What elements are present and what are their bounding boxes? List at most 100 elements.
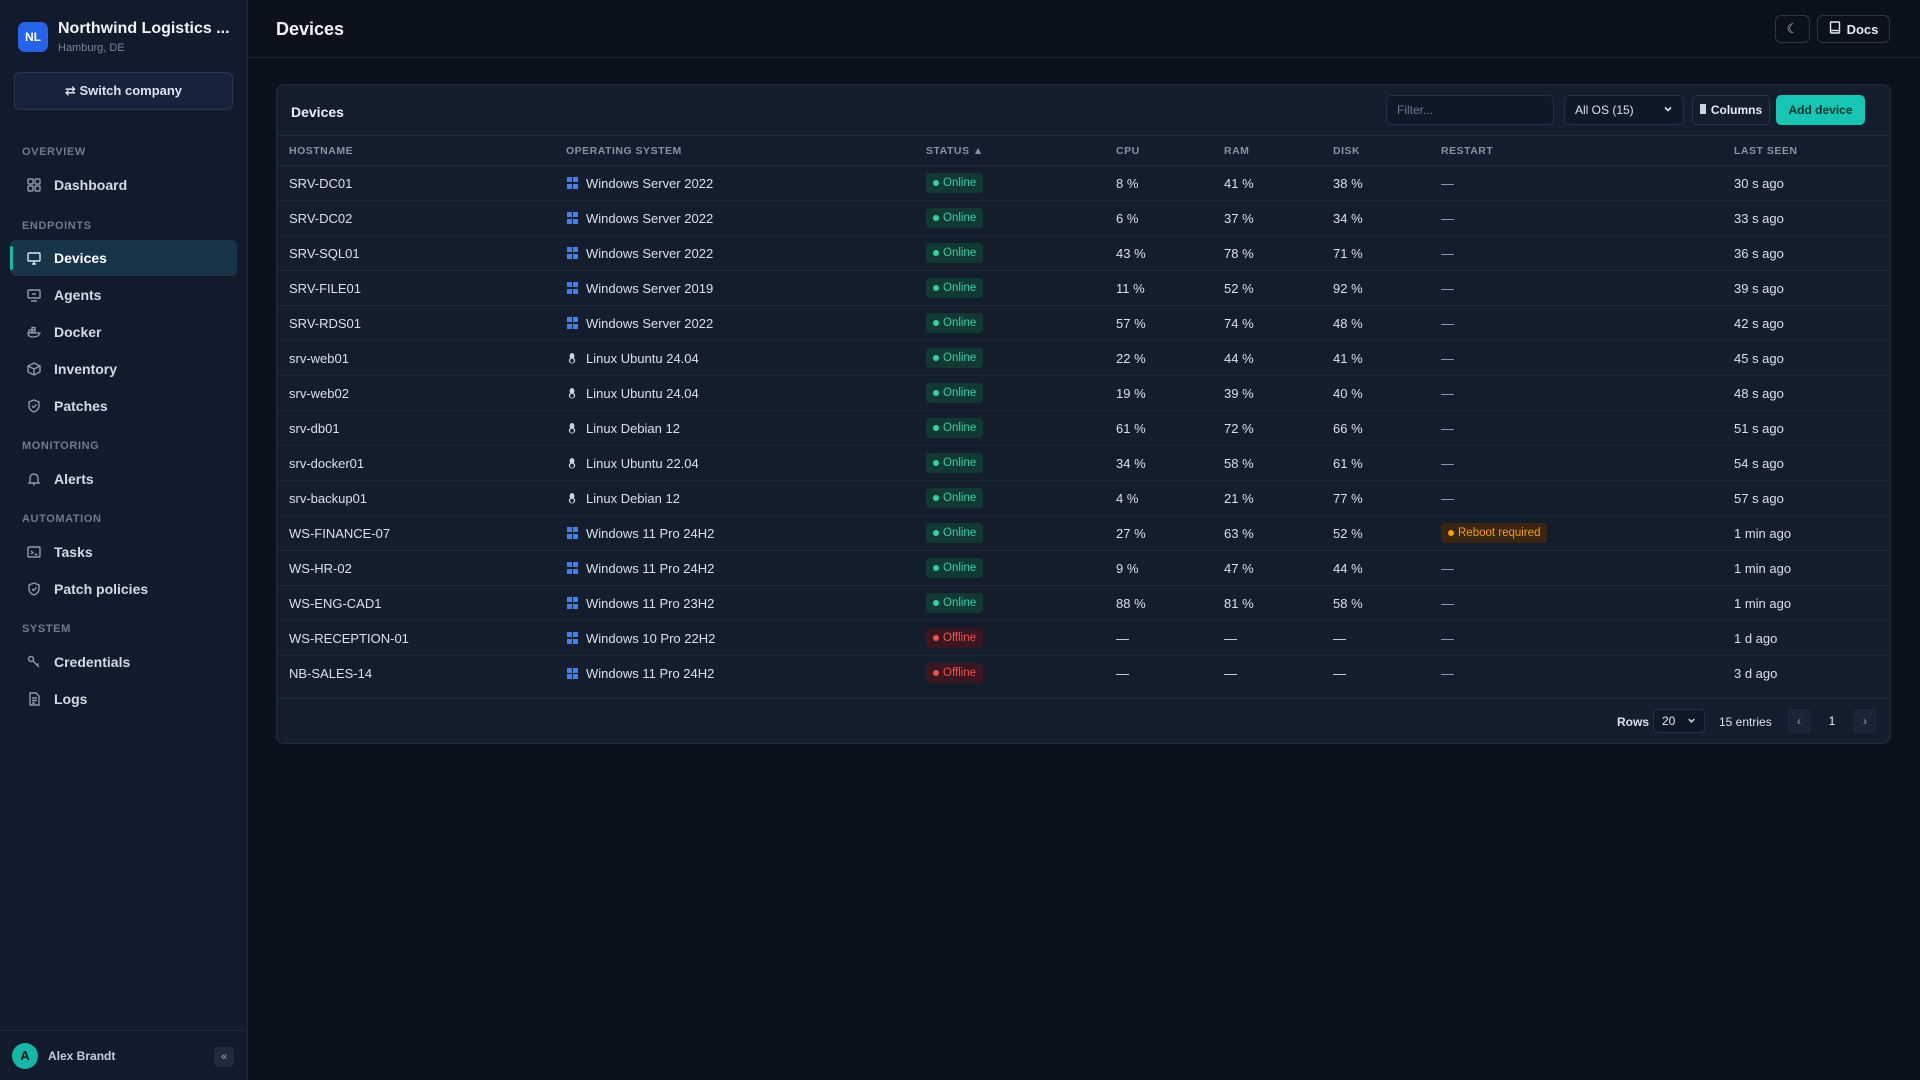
- status-dot: [933, 390, 939, 396]
- table-row[interactable]: srv-web02 Linux Ubuntu 24.04 Online 19 % 39 …: [277, 375, 1890, 411]
- disk-cell: 48 %: [1321, 305, 1429, 341]
- filter-input[interactable]: [1386, 95, 1554, 125]
- table-row[interactable]: SRV-RDS01 Windows Server 2022 Online 57 % 74…: [277, 305, 1890, 341]
- ram-cell: 47 %: [1212, 550, 1321, 586]
- os-cell: Linux Debian 12: [554, 480, 914, 516]
- next-page-button[interactable]: ›: [1853, 709, 1877, 733]
- add-device-button[interactable]: Add device: [1776, 95, 1865, 125]
- rows-per-page-select[interactable]: 20: [1653, 709, 1705, 733]
- status-dot: [933, 635, 939, 641]
- os-name: Windows 11 Pro 24H2: [586, 525, 715, 541]
- ram-cell: —: [1212, 620, 1321, 656]
- column-header-ram[interactable]: RAM: [1212, 135, 1321, 166]
- disk-cell: —: [1333, 665, 1346, 681]
- disk-cell: 38 %: [1321, 165, 1429, 201]
- hostname-cell[interactable]: srv-web01: [277, 340, 554, 376]
- collapse-sidebar-button[interactable]: «: [214, 1047, 234, 1067]
- avatar[interactable]: A: [12, 1042, 38, 1069]
- column-header-restart[interactable]: RESTART: [1429, 135, 1722, 166]
- os-filter-select[interactable]: All OS (15): [1564, 95, 1684, 125]
- os-cell: Windows Server 2022: [554, 305, 914, 341]
- table-row[interactable]: srv-web01 Linux Ubuntu 24.04 Online 22 % 44 …: [277, 340, 1890, 376]
- table-row[interactable]: SRV-SQL01 Windows Server 2022 Online 43 % 78…: [277, 235, 1890, 271]
- hostname-cell[interactable]: srv-backup01: [277, 480, 554, 516]
- sidebar-item-inventory[interactable]: Inventory: [10, 351, 237, 387]
- sidebar-item-docker[interactable]: Docker: [10, 314, 237, 350]
- hostname-cell[interactable]: SRV-DC02: [277, 200, 554, 236]
- hostname-cell[interactable]: WS-HR-02: [277, 550, 554, 586]
- table-row[interactable]: srv-docker01 Linux Ubuntu 22.04 Online 34 %…: [277, 445, 1890, 481]
- table-row[interactable]: SRV-DC01 Windows Server 2022 Online 8 % 41 %…: [277, 165, 1890, 201]
- company-header[interactable]: NL Northwind Logistics ... Hamburg, DE: [18, 20, 238, 56]
- status-dot: [933, 355, 939, 361]
- last-seen-cell: 36 s ago: [1722, 235, 1890, 271]
- sidebar-item-credentials[interactable]: Credentials: [10, 644, 237, 680]
- column-header-last-seen[interactable]: LAST SEEN: [1722, 135, 1890, 166]
- page-title: Devices: [276, 19, 345, 39]
- column-header-disk[interactable]: DISK: [1321, 135, 1429, 166]
- hostname-cell[interactable]: NB-SALES-14: [277, 656, 554, 691]
- windows-icon: [566, 247, 578, 259]
- sidebar-item-dashboard[interactable]: Dashboard: [10, 167, 237, 203]
- sidebar-item-devices[interactable]: Devices: [10, 240, 237, 276]
- table-row[interactable]: WS-HR-02 Windows 11 Pro 24H2 Online 9 % 47 %…: [277, 550, 1890, 586]
- sidebar-item-logs[interactable]: Logs: [10, 681, 237, 717]
- table-row[interactable]: SRV-FILE01 Windows Server 2019 Online 11 % 5…: [277, 270, 1890, 306]
- hostname-cell[interactable]: WS-FINANCE-07: [277, 515, 554, 551]
- sidebar-item-agents[interactable]: Agents: [10, 277, 237, 313]
- hostname-cell[interactable]: WS-ENG-CAD1: [277, 585, 554, 621]
- column-header-os[interactable]: OPERATING SYSTEM: [554, 135, 914, 166]
- column-header-cpu[interactable]: CPU: [1104, 135, 1212, 166]
- ram-cell: 78 %: [1212, 235, 1321, 271]
- status-badge: Online: [926, 278, 984, 298]
- hostname-cell[interactable]: srv-web02: [277, 375, 554, 411]
- theme-toggle-button[interactable]: ☾: [1775, 15, 1810, 43]
- hostname-cell[interactable]: SRV-RDS01: [277, 305, 554, 341]
- status-dot: [933, 180, 939, 186]
- sidebar-item-patches[interactable]: Patches: [10, 388, 237, 424]
- previous-page-button[interactable]: ‹: [1787, 709, 1811, 733]
- sidebar-item-tasks[interactable]: Tasks: [10, 534, 237, 570]
- table-row[interactable]: srv-backup01 Linux Debian 12 Online 4 % 21 %…: [277, 480, 1890, 516]
- user-name[interactable]: Alex Brandt: [48, 1049, 115, 1063]
- status-badge: Online: [926, 383, 984, 403]
- table-row[interactable]: srv-db01 Linux Debian 12 Online 61 % 72 % 66 …: [277, 410, 1890, 446]
- sidebar-item-label: Patches: [54, 398, 108, 414]
- hostname-cell[interactable]: SRV-SQL01: [277, 235, 554, 271]
- os-name: Linux Ubuntu 24.04: [586, 385, 699, 401]
- os-cell: Linux Ubuntu 22.04: [554, 445, 914, 481]
- columns-button[interactable]: Columns: [1692, 95, 1770, 125]
- table-row[interactable]: SRV-DC02 Windows Server 2022 Online 6 % 37 %…: [277, 200, 1890, 236]
- hostname-cell[interactable]: srv-docker01: [277, 445, 554, 481]
- os-cell: Windows 11 Pro 24H2: [554, 515, 914, 551]
- page-number[interactable]: 1: [1820, 709, 1844, 733]
- linux-icon: [566, 422, 578, 434]
- sidebar-item-alerts[interactable]: Alerts: [10, 461, 237, 497]
- terminal-icon: [26, 544, 42, 560]
- ram-cell: 39 %: [1212, 375, 1321, 411]
- cpu-cell: —: [1104, 620, 1212, 656]
- column-header-status[interactable]: STATUS ▲: [914, 135, 1104, 166]
- sidebar-item-patch-policies[interactable]: Patch policies: [10, 571, 237, 607]
- status-badge: Online: [926, 488, 984, 508]
- status-cell: Online: [914, 340, 1104, 376]
- table-row[interactable]: NB-SALES-14 Windows 11 Pro 24H2 Offline — — —…: [277, 656, 1890, 691]
- table-row[interactable]: WS-RECEPTION-01 Windows 10 Pro 22H2 Offlin…: [277, 620, 1890, 656]
- windows-icon: [566, 667, 578, 679]
- switch-company-button[interactable]: ⇄ Switch company: [14, 72, 233, 110]
- hostname-cell[interactable]: SRV-FILE01: [277, 270, 554, 306]
- ram-cell: 72 %: [1212, 410, 1321, 446]
- column-header-hostname[interactable]: HOSTNAME: [277, 135, 554, 166]
- cpu-cell: 61 %: [1104, 410, 1212, 446]
- company-name: Northwind Logistics ...: [58, 20, 230, 37]
- table-row[interactable]: WS-ENG-CAD1 Windows 11 Pro 23H2 Online 88 %…: [277, 585, 1890, 621]
- docs-label: Docs: [1846, 21, 1879, 37]
- restart-cell: —: [1429, 165, 1722, 201]
- table-row[interactable]: WS-FINANCE-07 Windows 11 Pro 24H2 Online 27…: [277, 515, 1890, 551]
- hostname-cell[interactable]: srv-db01: [277, 410, 554, 446]
- docs-button[interactable]: Docs: [1817, 15, 1890, 43]
- last-seen-cell: 33 s ago: [1722, 200, 1890, 236]
- windows-icon: [566, 317, 578, 329]
- hostname-cell[interactable]: SRV-DC01: [277, 165, 554, 201]
- hostname-cell[interactable]: WS-RECEPTION-01: [277, 620, 554, 656]
